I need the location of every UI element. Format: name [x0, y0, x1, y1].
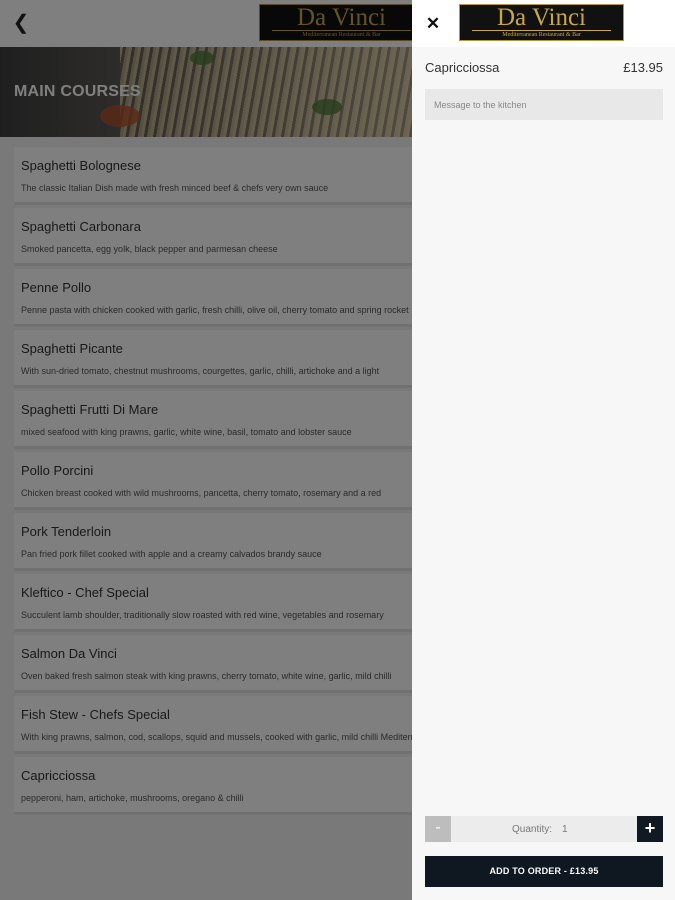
- item-detail-panel: ✕ Da Vinci Mediterranean Restaurant & Ba…: [412, 0, 675, 900]
- selected-item-price: £13.95: [623, 60, 663, 75]
- selected-item-row: Capricciossa £13.95: [425, 60, 663, 78]
- close-icon[interactable]: ✕: [424, 14, 442, 34]
- add-to-order-button[interactable]: ADD TO ORDER - £13.95: [425, 856, 663, 887]
- logo-name: Da Vinci: [497, 4, 586, 31]
- quantity-label: Quantity:: [512, 824, 553, 835]
- logo-subtitle: Mediterranean Restaurant & Bar: [472, 30, 611, 39]
- quantity-value: 1: [562, 824, 568, 835]
- panel-header: ✕ Da Vinci Mediterranean Restaurant & Ba…: [412, 0, 675, 47]
- restaurant-logo: Da Vinci Mediterranean Restaurant & Bar: [459, 4, 624, 41]
- kitchen-message-input[interactable]: [425, 89, 663, 120]
- selected-item-name: Capricciossa: [425, 60, 500, 75]
- decrease-quantity-button[interactable]: -: [425, 816, 451, 842]
- quantity-stepper: - Quantity: 1 +: [425, 816, 663, 842]
- increase-quantity-button[interactable]: +: [637, 816, 663, 842]
